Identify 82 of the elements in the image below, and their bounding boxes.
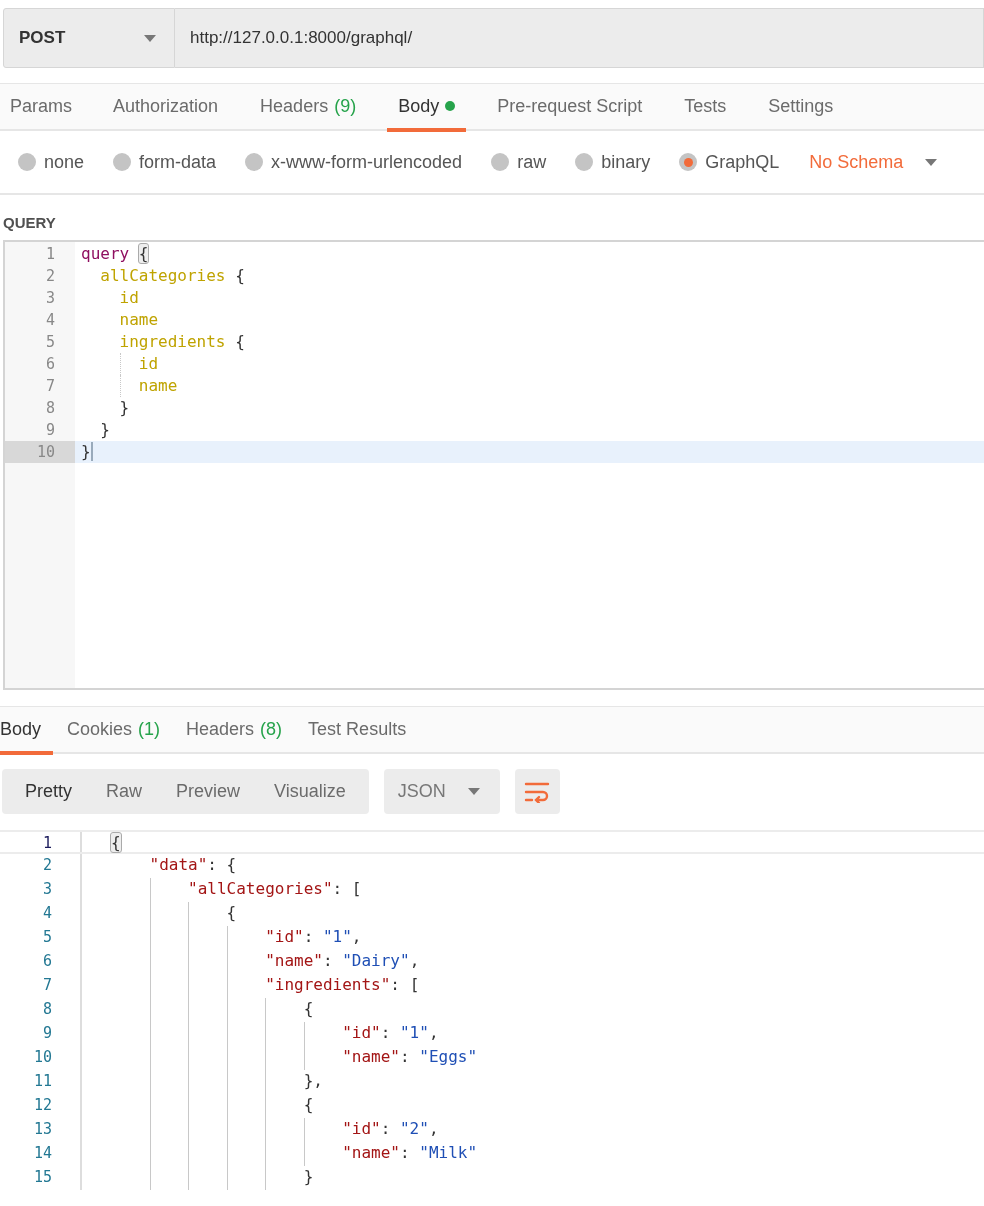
- code-line: "id": "1",: [80, 926, 984, 950]
- code-line: "name": "Dairy",: [80, 950, 984, 974]
- body-type-radio[interactable]: binary: [575, 151, 651, 173]
- code-line: "data": {: [80, 854, 984, 878]
- code-line: query {: [80, 243, 149, 265]
- view-mode-tab[interactable]: Preview: [159, 781, 258, 802]
- section-label: QUERY: [3, 214, 57, 233]
- line-number: 12: [32, 1095, 52, 1116]
- request-tab[interactable]: Headers (9): [249, 84, 368, 132]
- line-number: 5: [44, 332, 56, 353]
- code-line: name: [75, 375, 178, 397]
- line-number: 6: [41, 951, 52, 972]
- request-tab[interactable]: Settings: [757, 84, 845, 132]
- line-number: 5: [41, 927, 52, 948]
- code-line: "id": "1",: [80, 1022, 984, 1046]
- wrap-lines-icon: [524, 780, 551, 803]
- body-type-radio[interactable]: GraphQL: [679, 151, 780, 173]
- code-line: }: [80, 441, 93, 463]
- line-number: 3: [44, 288, 56, 309]
- line-number: 1: [41, 833, 52, 852]
- view-mode-tab[interactable]: Pretty: [8, 781, 89, 802]
- code-line: id: [118, 287, 139, 309]
- code-line: }: [99, 419, 110, 441]
- url-field[interactable]: http://127.0.0.1:8000/graphql/: [175, 8, 984, 68]
- line-number: 10: [32, 1047, 52, 1068]
- line-number: 3: [41, 879, 52, 900]
- method-select[interactable]: POST: [3, 8, 175, 68]
- view-mode-tab[interactable]: Raw: [89, 781, 160, 802]
- caret-icon: [144, 34, 156, 42]
- line-number: 14: [32, 1143, 52, 1164]
- wrap-lines-button[interactable]: [514, 769, 560, 814]
- line-number: 9: [41, 1023, 52, 1044]
- caret-icon: [467, 788, 480, 795]
- caret-icon: [925, 158, 938, 166]
- response-tab[interactable]: Test Results: [296, 707, 419, 755]
- code-line: "id": "2",: [80, 1118, 984, 1142]
- line-number: 7: [41, 975, 52, 996]
- response-tab[interactable]: Body: [0, 707, 54, 755]
- code-line: "name": "Eggs": [80, 1046, 984, 1070]
- code-line: id: [75, 353, 159, 375]
- body-type-radio[interactable]: none: [18, 151, 85, 173]
- line-number: 2: [44, 266, 56, 287]
- line-number: 2: [41, 855, 52, 876]
- line-number: 8: [41, 999, 52, 1020]
- code-line: },: [80, 1070, 984, 1094]
- code-line: ingredients {: [118, 331, 245, 353]
- request-tab[interactable]: Params: [0, 84, 82, 132]
- response-tab[interactable]: Headers (8): [174, 707, 295, 755]
- line-number: 15: [32, 1167, 52, 1188]
- code-line: {: [80, 998, 984, 1022]
- code-line: }: [118, 397, 130, 419]
- code-line: name: [118, 309, 159, 331]
- view-mode-tab[interactable]: Visualize: [257, 781, 363, 802]
- format-select[interactable]: JSON: [383, 769, 500, 814]
- request-tab[interactable]: Pre-request Script: [486, 84, 654, 132]
- code-line: "ingredients": [: [80, 974, 984, 998]
- code-line: {: [80, 1094, 984, 1118]
- query-editor[interactable]: 1 query { 2 allCategories { 3 id 4 name 5 ingredients { 6 id 7 name 8 } 9 } 10 }: [3, 240, 984, 690]
- line-number: 9: [44, 420, 56, 441]
- line-number: 13: [32, 1119, 52, 1140]
- request-tab[interactable]: Authorization: [102, 84, 230, 132]
- line-number: 1: [44, 244, 56, 265]
- body-type-radio[interactable]: form-data: [113, 151, 217, 173]
- code-line: {: [80, 832, 984, 852]
- line-number: 11: [32, 1071, 52, 1092]
- code-line: "allCategories": [: [80, 878, 984, 902]
- line-number: 6: [44, 354, 56, 375]
- code-line: allCategories {: [99, 265, 245, 287]
- schema-select[interactable]: No Schema: [809, 151, 938, 173]
- response-tab[interactable]: Cookies (1): [55, 707, 173, 755]
- body-type-radio[interactable]: x-www-form-urlencoded: [245, 151, 463, 173]
- code-line: "name": "Milk": [80, 1142, 984, 1166]
- code-line: }: [80, 1166, 984, 1190]
- line-number: 4: [44, 310, 56, 331]
- line-number: 7: [44, 376, 56, 397]
- body-type-radio[interactable]: raw: [491, 151, 547, 173]
- line-number: 4: [41, 903, 52, 924]
- request-tab[interactable]: Body: [387, 84, 467, 132]
- line-number: 8: [44, 398, 56, 419]
- request-tab[interactable]: Tests: [673, 84, 738, 132]
- code-line: {: [80, 902, 984, 926]
- line-number: 10: [5, 441, 75, 463]
